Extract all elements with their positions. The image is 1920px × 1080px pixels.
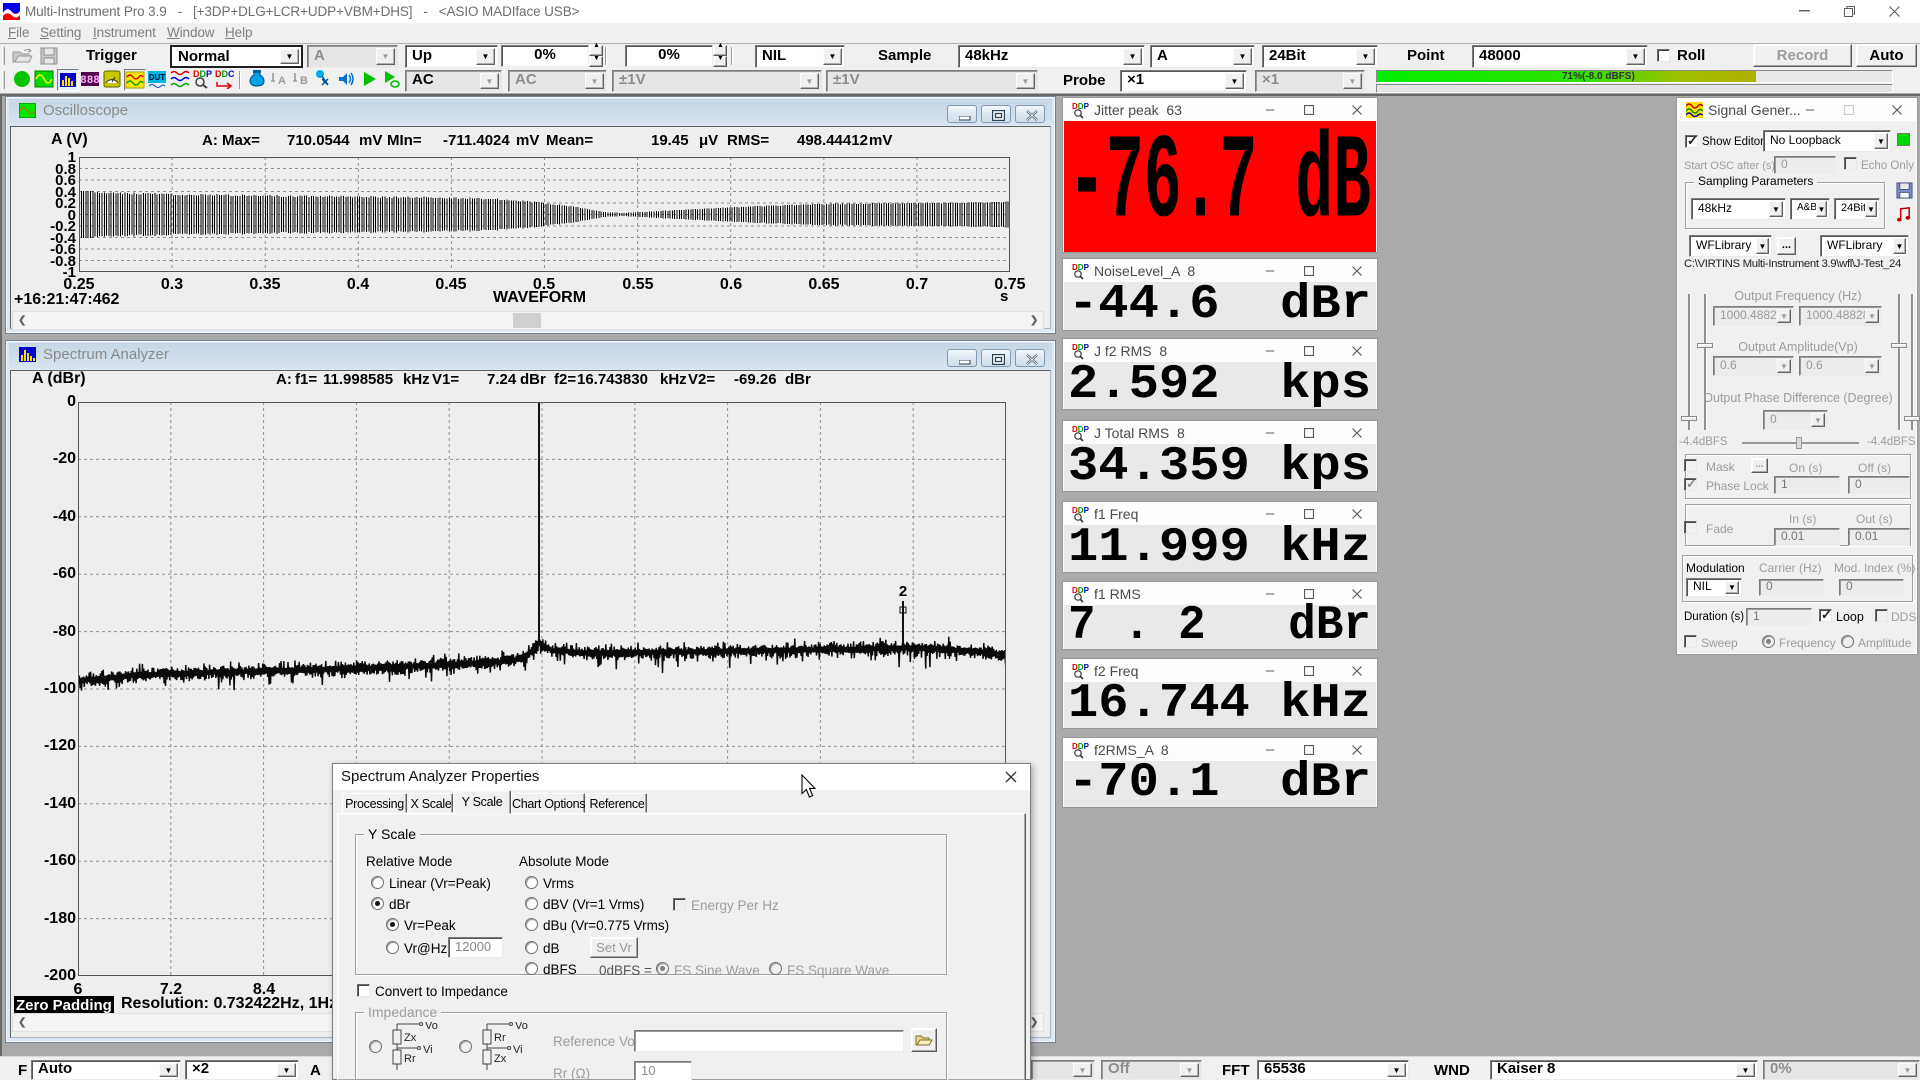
svg-text:B: B [300,75,308,87]
svg-text:DDP: DDP [1072,425,1089,434]
svg-text:Vi: Vi [423,1044,433,1056]
svg-text:Zx: Zx [404,1032,417,1044]
svg-text:DDP: DDP [1072,506,1089,515]
svg-text:888: 888 [80,75,100,87]
svg-text:Vo: Vo [425,1022,438,1032]
svg-text:DUT: DUT [149,73,166,82]
svg-text:Rr: Rr [404,1053,416,1065]
svg-text:2: 2 [899,583,907,600]
svg-text:DDP: DDP [1072,102,1089,111]
svg-text:DDP: DDP [1072,742,1089,751]
svg-text:Zx: Zx [494,1053,507,1065]
svg-text:A: A [278,75,286,87]
svg-text:DDP: DDP [1072,263,1089,272]
svg-text:DDP: DDP [1072,586,1089,595]
svg-text:Rr: Rr [494,1032,506,1044]
svg-text:Vi: Vi [513,1044,523,1056]
svg-text:DDP: DDP [1072,343,1089,352]
svg-text:DDP: DDP [193,69,212,79]
svg-text:DDC: DDC [215,69,234,79]
svg-text:Vo: Vo [515,1022,528,1032]
svg-text:DDP: DDP [1072,663,1089,672]
